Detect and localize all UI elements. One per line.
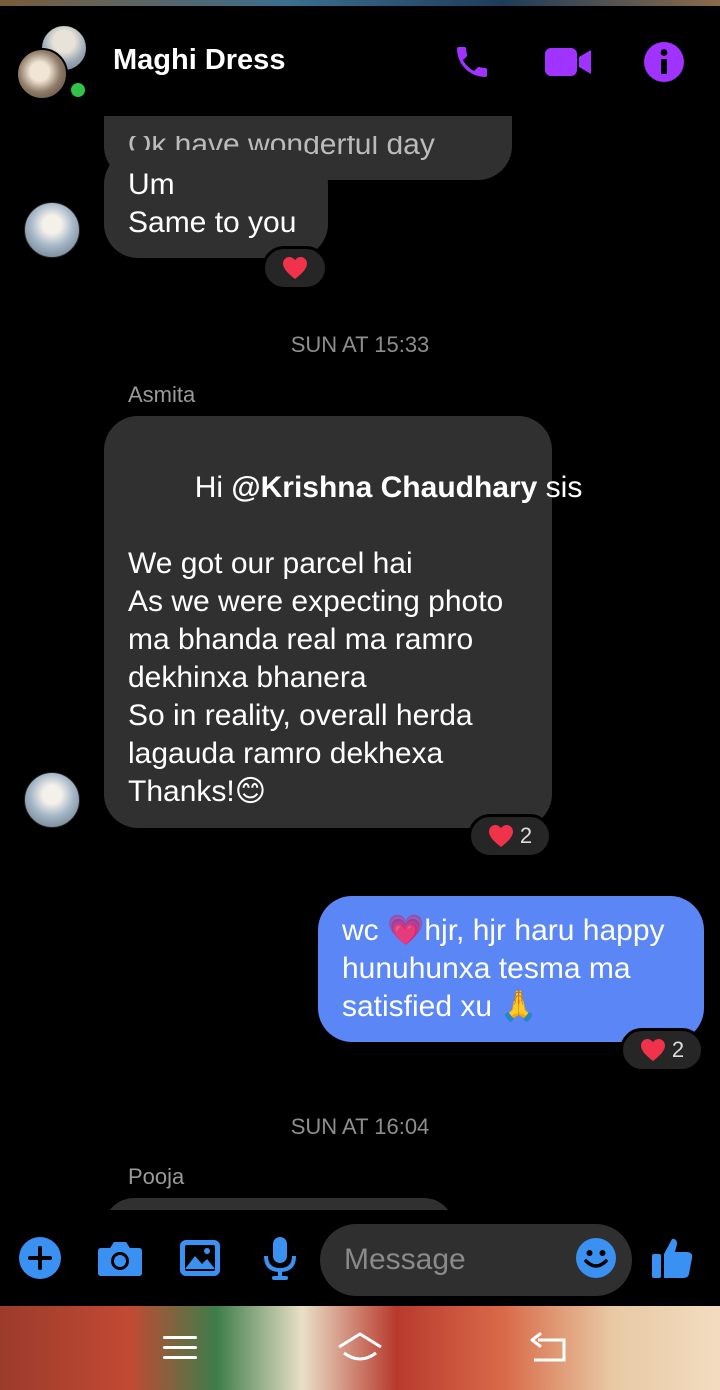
message-line: Same to you: [128, 206, 297, 239]
group-avatar[interactable]: [16, 24, 92, 100]
timestamp: SUN AT 15:33: [290, 332, 430, 357]
message-line: wc 💗hjr, hjr haru happy: [342, 914, 665, 947]
message-bubble-incoming[interactable]: Um Same to you: [104, 150, 328, 258]
messenger-app: Maghi Dress Ok have wonderful day Um Sam…: [0, 6, 720, 1306]
message-line: lagauda ramro dekhexa: [128, 737, 444, 770]
camera-icon[interactable]: [96, 1234, 144, 1282]
message-line: hunuhunxa tesma ma: [342, 952, 631, 985]
info-icon[interactable]: [640, 38, 688, 86]
reaction-badge[interactable]: [262, 246, 328, 290]
emoji-icon[interactable]: [572, 1234, 620, 1282]
message-text: sis: [537, 471, 583, 504]
sender-avatar[interactable]: [24, 202, 80, 258]
message-line: Um: [128, 168, 175, 201]
sender-name: Pooja: [128, 1164, 185, 1189]
chat-header: Maghi Dress: [0, 6, 720, 116]
home-icon[interactable]: [336, 1328, 384, 1368]
timestamp: SUN AT 16:04: [290, 1114, 430, 1139]
microphone-icon[interactable]: [256, 1234, 304, 1282]
sender-name: Asmita: [128, 382, 196, 407]
reaction-count: 2: [519, 823, 533, 848]
heart-icon: [283, 257, 307, 279]
plus-icon[interactable]: [16, 1234, 64, 1282]
message-text: Hi: [194, 471, 232, 504]
message-composer: [0, 1210, 720, 1306]
message-line: ma bhanda real ma ramro: [128, 623, 474, 656]
heart-icon: [488, 825, 513, 847]
message-bubble-outgoing[interactable]: wc 💗hjr, hjr haru happy hunuhunxa tesma …: [318, 896, 704, 1042]
video-camera-icon[interactable]: [544, 38, 592, 86]
reaction-count: 2: [671, 1037, 685, 1062]
reaction-badge[interactable]: 2: [620, 1028, 704, 1072]
sender-avatar[interactable]: [24, 772, 80, 828]
thumbs-up-icon[interactable]: [648, 1234, 696, 1282]
mention-link[interactable]: @Krishna Chaudhary: [231, 471, 537, 504]
message-line: Thanks!😊: [128, 775, 266, 808]
phone-icon[interactable]: [448, 38, 496, 86]
message-list[interactable]: Ok have wonderful day Um Same to you SUN…: [0, 116, 720, 1210]
heart-icon: [640, 1039, 665, 1061]
message-bubble-incoming[interactable]: Hi @Krishna Chaudhary sis We got our par…: [104, 416, 582, 828]
gallery-icon[interactable]: [176, 1234, 224, 1282]
message-bubble-incoming[interactable]: [104, 1198, 454, 1210]
back-icon[interactable]: [524, 1328, 572, 1368]
online-status-dot: [68, 80, 88, 100]
reaction-badge[interactable]: 2: [468, 814, 552, 858]
message-line: We got our parcel hai: [128, 547, 413, 580]
message-line: satisfied xu 🙏: [342, 990, 538, 1023]
menu-icon[interactable]: [156, 1328, 204, 1368]
message-line: So in reality, overall herda: [128, 699, 473, 732]
avatar-photo-front: [16, 48, 68, 100]
message-line: As we were expecting photo: [128, 585, 504, 618]
message-line: dekhinxa bhanera: [128, 661, 367, 694]
chat-title[interactable]: Maghi Dress: [113, 44, 285, 77]
system-navigation-bar: [0, 1306, 720, 1390]
